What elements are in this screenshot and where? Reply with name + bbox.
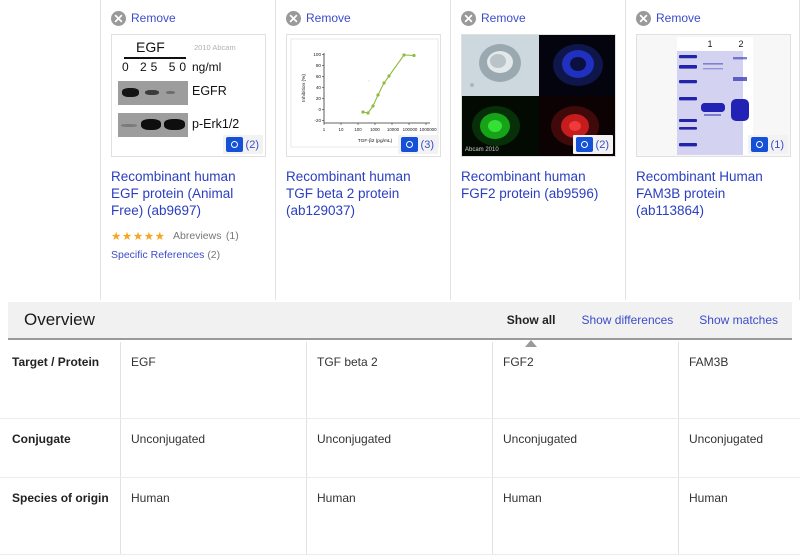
row-header-conjugate: Conjugate	[0, 419, 121, 478]
blot-dose-labels: 0 25 50	[122, 60, 190, 74]
watermark: Abcam 2010	[465, 147, 499, 153]
svg-text:-20: -20	[314, 118, 321, 123]
image-count-badge[interactable]: (2)	[573, 135, 613, 154]
blot-lane-egfr	[118, 81, 188, 105]
camera-icon	[226, 137, 243, 152]
cell-target-protein-fam3b: FAM3B	[679, 342, 800, 419]
image-count-badge[interactable]: (2)	[223, 135, 263, 154]
product-card-fam3b: Remove	[625, 0, 800, 300]
product-title-link[interactable]: Recombinant human EGF protein (Animal Fr…	[111, 168, 265, 219]
camera-icon	[751, 137, 768, 152]
chart-xlabel: TGF-β2 (pg/mL)	[358, 138, 393, 144]
remove-product-button[interactable]: Remove	[286, 8, 440, 28]
cell-conjugate-egf: Unconjugated	[121, 419, 307, 478]
cell-species-tgf: Human	[307, 478, 493, 555]
image-count: (1)	[771, 139, 784, 151]
cell-target-protein-tgf: TGF beta 2	[307, 342, 493, 419]
svg-text:100: 100	[313, 52, 321, 57]
overview-filter-links: Show all Show differences Show matches	[507, 313, 778, 327]
close-circle-icon[interactable]	[111, 11, 126, 26]
product-card-egf: Remove EGF 2010 Abcam 0 25 50 ng/ml EGFR	[100, 0, 275, 300]
chart-ylabel: Inhibition (%)	[301, 74, 307, 102]
product-review-meta: ★★★★★ Abreviews (1) Specific References …	[111, 227, 265, 261]
table-row: Target / Protein EGF TGF beta 2 FGF2 FAM…	[0, 342, 800, 419]
image-count: (3)	[421, 139, 434, 151]
svg-text:10000: 10000	[387, 127, 400, 132]
product-card-fgf2: Remove Abcam 2010	[450, 0, 625, 300]
cell-target-protein-fgf2: FGF2	[493, 342, 679, 419]
cell-species-fgf2: Human	[493, 478, 679, 555]
gel-lane-1-label: 1	[707, 39, 712, 49]
cell-species-fam3b: Human	[679, 478, 800, 555]
rating-stars: ★★★★★	[111, 229, 166, 243]
product-thumbnail-western-blot[interactable]: EGF 2010 Abcam 0 25 50 ng/ml EGFR	[111, 34, 266, 157]
remove-label: Remove	[306, 11, 351, 26]
blot-band-label-perk: p-Erk1/2	[192, 117, 239, 131]
remove-product-button[interactable]: Remove	[636, 8, 789, 28]
svg-text:80: 80	[316, 63, 322, 68]
svg-text:1000: 1000	[370, 127, 380, 132]
overview-title: Overview	[24, 310, 507, 330]
show-differences-link[interactable]: Show differences	[581, 313, 673, 327]
svg-text:10: 10	[339, 127, 344, 132]
cell-conjugate-fam3b: Unconjugated	[679, 419, 800, 478]
panel-blue-channel	[539, 35, 616, 96]
comparison-table: Target / Protein EGF TGF beta 2 FGF2 FAM…	[0, 342, 800, 555]
blot-units-label: ng/ml	[192, 60, 221, 74]
image-count-badge[interactable]: (3)	[398, 135, 438, 154]
svg-text:0: 0	[318, 107, 321, 112]
remove-product-button[interactable]: Remove	[461, 8, 615, 28]
table-row: Species of origin Human Human Human Huma…	[0, 478, 800, 555]
remove-label: Remove	[131, 11, 176, 26]
svg-text:1000000: 1000000	[419, 127, 437, 132]
cell-target-protein-egf: EGF	[121, 342, 307, 419]
product-thumbnail-inhibition-chart[interactable]: 100 80 60 40 20 0 -20	[286, 34, 441, 157]
product-comparison-page: Remove EGF 2010 Abcam 0 25 50 ng/ml EGFR	[0, 0, 800, 504]
camera-icon	[401, 137, 418, 152]
remove-label: Remove	[481, 11, 526, 26]
image-count: (2)	[596, 139, 609, 151]
image-count-badge[interactable]: (1)	[748, 135, 788, 154]
specific-references-link[interactable]: Specific References	[111, 249, 204, 261]
product-card-strip: Remove EGF 2010 Abcam 0 25 50 ng/ml EGFR	[100, 0, 800, 300]
abreviews-count: (1)	[226, 230, 239, 242]
svg-text:20: 20	[316, 96, 322, 101]
blot-title: EGF	[136, 39, 165, 55]
row-header-target-protein: Target / Protein	[0, 342, 121, 419]
watermark: 2010 Abcam	[194, 43, 236, 52]
cell-conjugate-tgf: Unconjugated	[307, 419, 493, 478]
svg-text:100: 100	[354, 127, 362, 132]
blot-underline	[124, 57, 186, 59]
svg-text:40: 40	[316, 85, 322, 90]
show-matches-link[interactable]: Show matches	[699, 313, 778, 327]
row-header-species-of-origin: Species of origin	[0, 478, 121, 555]
camera-icon	[576, 137, 593, 152]
remove-label: Remove	[656, 11, 701, 26]
product-title-link[interactable]: Recombinant Human FAM3B protein (ab11386…	[636, 168, 789, 219]
overview-bar: Overview Show all Show differences Show …	[8, 302, 792, 340]
abreviews-label[interactable]: Abreviews	[173, 230, 221, 242]
specific-references-count: (2)	[207, 249, 220, 261]
product-title-link[interactable]: Recombinant human TGF beta 2 protein (ab…	[286, 168, 440, 219]
close-circle-icon[interactable]	[461, 11, 476, 26]
close-circle-icon[interactable]	[286, 11, 301, 26]
product-thumbnail-sds-page[interactable]: 1 2 (1)	[636, 34, 791, 157]
blot-lane-perk	[118, 113, 188, 137]
show-all-link[interactable]: Show all	[507, 313, 556, 327]
table-row: Conjugate Unconjugated Unconjugated Unco…	[0, 419, 800, 478]
remove-product-button[interactable]: Remove	[111, 8, 265, 28]
cell-conjugate-fgf2: Unconjugated	[493, 419, 679, 478]
product-title-link[interactable]: Recombinant human FGF2 protein (ab9596)	[461, 168, 615, 202]
svg-text:60: 60	[316, 74, 322, 79]
svg-text:100000: 100000	[403, 127, 418, 132]
cell-species-egf: Human	[121, 478, 307, 555]
blot-band-label-egfr: EGFR	[192, 84, 227, 98]
close-circle-icon[interactable]	[636, 11, 651, 26]
product-card-tgf-beta-2: Remove 100 80 60 40	[275, 0, 450, 300]
image-count: (2)	[246, 139, 259, 151]
specific-references: Specific References (2)	[111, 249, 265, 261]
gel-lane-2-label: 2	[738, 39, 743, 49]
panel-brightfield	[462, 35, 539, 96]
product-thumbnail-immunofluorescence[interactable]: Abcam 2010 (2)	[461, 34, 616, 157]
